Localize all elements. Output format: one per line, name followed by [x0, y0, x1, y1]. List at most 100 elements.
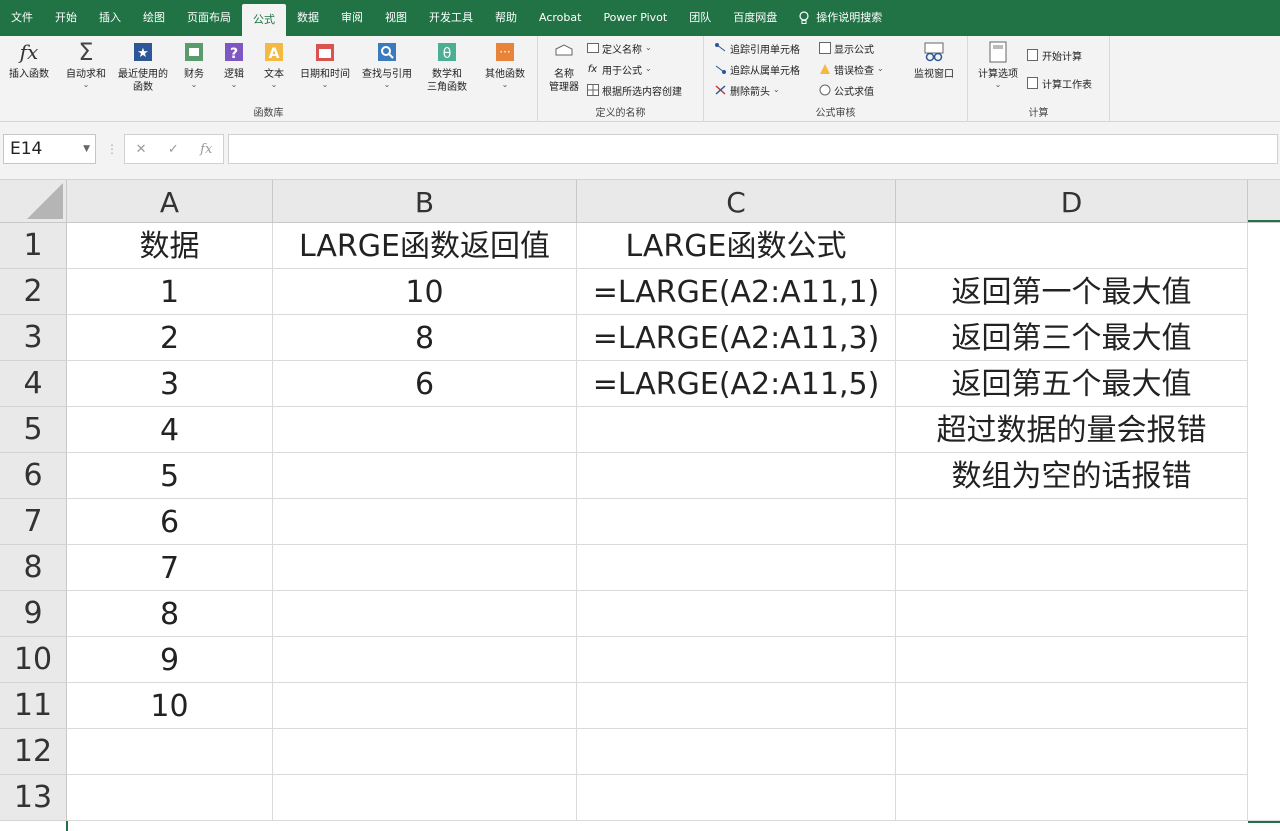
row-header-10[interactable]: 10 [0, 637, 67, 683]
cell-C5[interactable] [577, 407, 896, 453]
tab-14[interactable]: 百度网盘 [722, 0, 788, 36]
tab-7[interactable]: 审阅 [330, 0, 374, 36]
cell-A10[interactable]: 9 [67, 637, 273, 683]
row-header-1[interactable]: 1 [0, 223, 67, 269]
cell-A11[interactable]: 10 [67, 683, 273, 729]
cell-D8[interactable] [896, 545, 1248, 591]
cell-B12[interactable] [273, 729, 577, 775]
calculate-sheet-button[interactable]: 计算工作表 [1026, 74, 1092, 92]
cell-B10[interactable] [273, 637, 577, 683]
tab-12[interactable]: Power Pivot [592, 0, 678, 36]
cell-D6[interactable]: 数组为空的话报错 [896, 453, 1248, 499]
text-button[interactable]: A 文本 ⌄ [258, 40, 290, 89]
tab-2[interactable]: 插入 [88, 0, 132, 36]
row-header-8[interactable]: 8 [0, 545, 67, 591]
tab-0[interactable]: 文件 [0, 0, 44, 36]
cell-C7[interactable] [577, 499, 896, 545]
cell-A3[interactable]: 2 [67, 315, 273, 361]
cell-D12[interactable] [896, 729, 1248, 775]
cell-D1[interactable] [896, 223, 1248, 269]
splitter-dots[interactable]: ⋮ [106, 142, 118, 156]
cell-C10[interactable] [577, 637, 896, 683]
cell-B11[interactable] [273, 683, 577, 729]
cell-A5[interactable]: 4 [67, 407, 273, 453]
cell-B1[interactable]: LARGE函数返回值 [273, 223, 577, 269]
cell-C6[interactable] [577, 453, 896, 499]
autosum-button[interactable]: Σ 自动求和 ⌄ [62, 40, 110, 89]
row-header-13[interactable]: 13 [0, 775, 67, 821]
cell-C13[interactable] [577, 775, 896, 821]
error-checking-button[interactable]: 错误检查 ⌄ [818, 60, 884, 78]
cell-B8[interactable] [273, 545, 577, 591]
tab-3[interactable]: 绘图 [132, 0, 176, 36]
cell-C1[interactable]: LARGE函数公式 [577, 223, 896, 269]
tab-9[interactable]: 开发工具 [418, 0, 484, 36]
cell-D2[interactable]: 返回第一个最大值 [896, 269, 1248, 315]
tab-6[interactable]: 数据 [286, 0, 330, 36]
cell-B3[interactable]: 8 [273, 315, 577, 361]
cell-A9[interactable]: 8 [67, 591, 273, 637]
column-header-A[interactable]: A [67, 180, 273, 223]
cell-A6[interactable]: 5 [67, 453, 273, 499]
cell-D13[interactable] [896, 775, 1248, 821]
cell-B13[interactable] [273, 775, 577, 821]
cell-B5[interactable] [273, 407, 577, 453]
financial-button[interactable]: 财务 ⌄ [178, 40, 210, 89]
cell-D11[interactable] [896, 683, 1248, 729]
tab-5[interactable]: 公式 [242, 4, 286, 36]
row-header-12[interactable]: 12 [0, 729, 67, 775]
tab-10[interactable]: 帮助 [484, 0, 528, 36]
cell-B6[interactable] [273, 453, 577, 499]
row-header-4[interactable]: 4 [0, 361, 67, 407]
row-header-3[interactable]: 3 [0, 315, 67, 361]
column-header-C[interactable]: C [577, 180, 896, 223]
cell-C11[interactable] [577, 683, 896, 729]
more-functions-button[interactable]: ··· 其他函数 ⌄ [480, 40, 530, 89]
evaluate-formula-button[interactable]: 公式求值 [818, 81, 874, 99]
cell-A4[interactable]: 3 [67, 361, 273, 407]
remove-arrows-button[interactable]: 删除箭头 ⌄ [714, 81, 780, 99]
cancel-icon[interactable]: ✕ [136, 142, 147, 157]
name-box[interactable]: E14 ▼ [3, 134, 96, 164]
cell-B4[interactable]: 6 [273, 361, 577, 407]
watch-window-button[interactable]: 监视窗口 [906, 40, 962, 81]
tab-1[interactable]: 开始 [44, 0, 88, 36]
tell-me-box[interactable]: 操作说明搜索 [788, 0, 882, 36]
row-header-9[interactable]: 9 [0, 591, 67, 637]
tab-4[interactable]: 页面布局 [176, 0, 242, 36]
row-header-6[interactable]: 6 [0, 453, 67, 499]
cell-D3[interactable]: 返回第三个最大值 [896, 315, 1248, 361]
math-trig-button[interactable]: θ 数学和 三角函数 [418, 40, 476, 94]
cell-B9[interactable] [273, 591, 577, 637]
column-header-B[interactable]: B [273, 180, 577, 223]
logical-button[interactable]: ? 逻辑 ⌄ [218, 40, 250, 89]
select-all-button[interactable] [0, 180, 67, 223]
datetime-button[interactable]: 日期和时间 ⌄ [296, 40, 354, 89]
row-header-7[interactable]: 7 [0, 499, 67, 545]
show-formulas-button[interactable]: 显示公式 [818, 39, 874, 57]
cell-D7[interactable] [896, 499, 1248, 545]
tab-8[interactable]: 视图 [374, 0, 418, 36]
cell-C9[interactable] [577, 591, 896, 637]
trace-dependents-button[interactable]: 追踪从属单元格 [714, 60, 800, 78]
cell-A8[interactable]: 7 [67, 545, 273, 591]
cell-A7[interactable]: 6 [67, 499, 273, 545]
cell-D10[interactable] [896, 637, 1248, 683]
cell-C12[interactable] [577, 729, 896, 775]
insert-fx-icon[interactable]: fx [200, 142, 212, 157]
insert-function-button[interactable]: fx 插入函数 [6, 40, 52, 81]
cell-A2[interactable]: 1 [67, 269, 273, 315]
cell-C8[interactable] [577, 545, 896, 591]
calculation-options-button[interactable]: 计算选项 ⌄ [972, 40, 1024, 89]
tab-13[interactable]: 团队 [678, 0, 722, 36]
lookup-button[interactable]: 查找与引用 ⌄ [358, 40, 416, 89]
recent-functions-button[interactable]: ★ 最近使用的 函数 [114, 40, 172, 94]
column-header-D[interactable]: D [896, 180, 1248, 223]
enter-check-icon[interactable]: ✓ [168, 142, 179, 157]
cell-A1[interactable]: 数据 [67, 223, 273, 269]
use-in-formula-button[interactable]: fx 用于公式 ⌄ [586, 60, 652, 78]
tab-11[interactable]: Acrobat [528, 0, 592, 36]
chevron-down-icon[interactable]: ▼ [83, 135, 90, 163]
cell-C2[interactable]: =LARGE(A2:A11,1) [577, 269, 896, 315]
calculate-now-button[interactable]: 开始计算 [1026, 46, 1082, 64]
